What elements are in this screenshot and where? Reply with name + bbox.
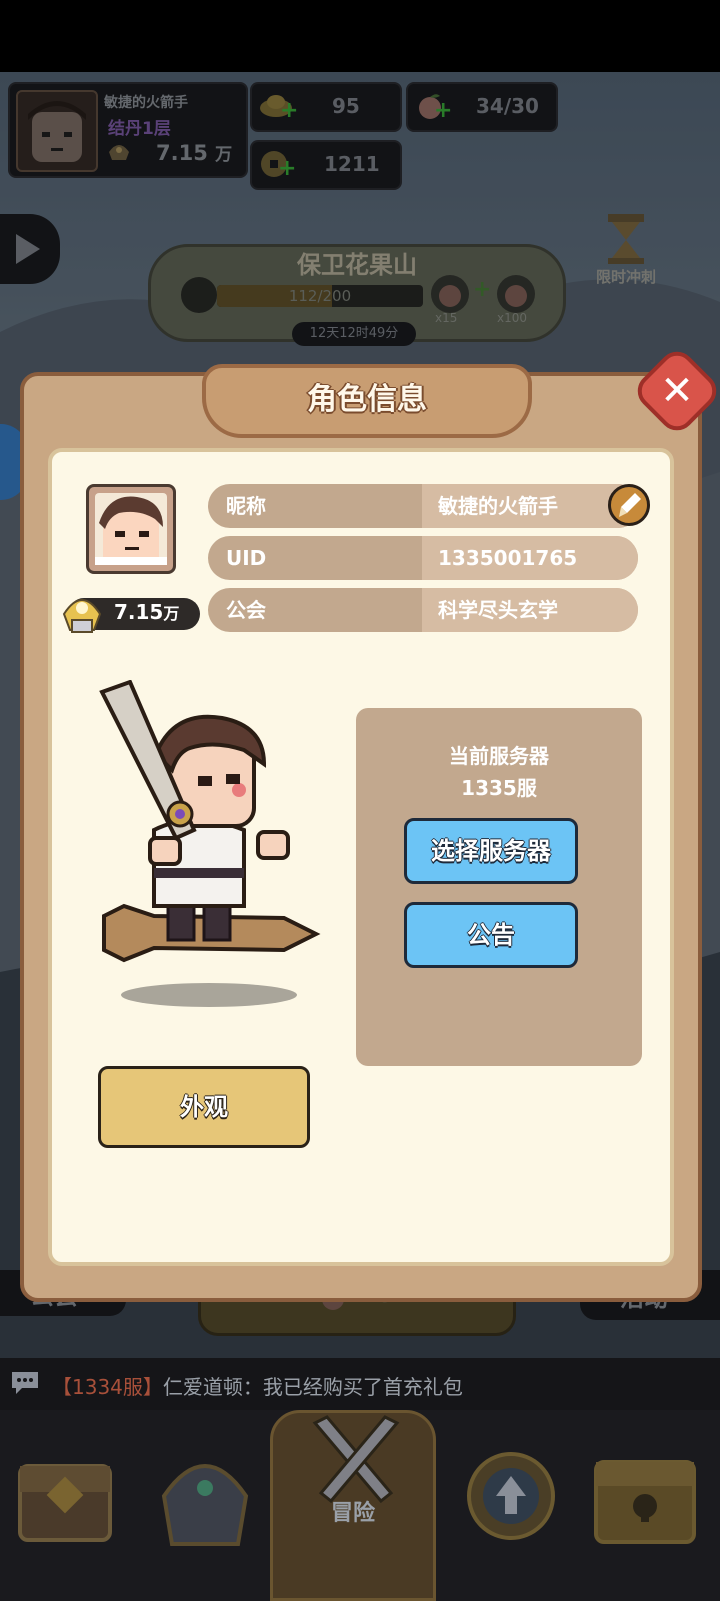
nickname-value: 敏捷的火箭手 <box>438 494 558 518</box>
upgrade-arrow-icon <box>467 1452 555 1540</box>
nav-equipment[interactable] <box>150 1426 260 1556</box>
select-server-button[interactable]: 选择服务器 <box>404 818 578 884</box>
edit-nickname-button[interactable] <box>608 484 650 526</box>
helmet-icon <box>161 1464 249 1546</box>
chat-bubble-icon[interactable] <box>8 1368 42 1398</box>
server-value: 1335服 <box>461 776 537 800</box>
guild-label: 公会 <box>226 598 266 622</box>
appearance-button[interactable]: 外观 <box>98 1066 310 1148</box>
power-value: 7.15万 <box>114 600 180 624</box>
server-caption: 当前服务器 <box>449 744 549 768</box>
bottom-nav: 冒险 <box>0 1410 720 1601</box>
nickname-row: 昵称 敏捷的火箭手 <box>208 484 640 528</box>
character-sprite <box>99 680 321 1007</box>
nav-adventure[interactable]: 冒险 <box>270 1410 436 1601</box>
face-icon <box>95 493 167 565</box>
status-bar <box>0 0 720 72</box>
uid-value[interactable]: 1335001765 <box>438 536 577 580</box>
nav-adventure-label: 冒险 <box>330 1501 375 1526</box>
modal-title-plate: 角色信息 <box>202 364 532 438</box>
nav-shop[interactable] <box>10 1426 120 1556</box>
uid-label: UID <box>226 546 267 570</box>
chat-bar[interactable]: 【1334服】仁爱道顿：我已经购买了首充礼包 <box>0 1358 720 1410</box>
guild-value: 科学尽头玄学 <box>438 598 558 622</box>
nickname-label: 昵称 <box>226 494 266 518</box>
treasure-chest-icon <box>18 1464 112 1542</box>
character-avatar <box>86 484 176 574</box>
guild-row: 公会 科学尽头玄学 <box>208 588 638 632</box>
chat-message: 【1334服】仁爱道顿：我已经购买了首充礼包 <box>52 1371 463 1400</box>
server-panel: 当前服务器 1335服 <box>356 708 642 1066</box>
brush-icon <box>619 493 641 517</box>
modal-title: 角色信息 <box>307 382 427 417</box>
notice-button[interactable]: 公告 <box>404 902 578 968</box>
chat-text: 仁爱道顿：我已经购买了首充礼包 <box>162 1375 463 1399</box>
nav-vault[interactable] <box>590 1426 700 1556</box>
power-helmet-icon <box>58 586 106 636</box>
close-icon[interactable]: ✕ <box>644 358 710 424</box>
locked-chest-icon <box>594 1460 696 1544</box>
chat-server-tag: 【1334服】 <box>52 1375 163 1399</box>
nav-upgrade[interactable] <box>456 1426 566 1556</box>
uid-row: UID 1335001765 <box>208 536 638 580</box>
